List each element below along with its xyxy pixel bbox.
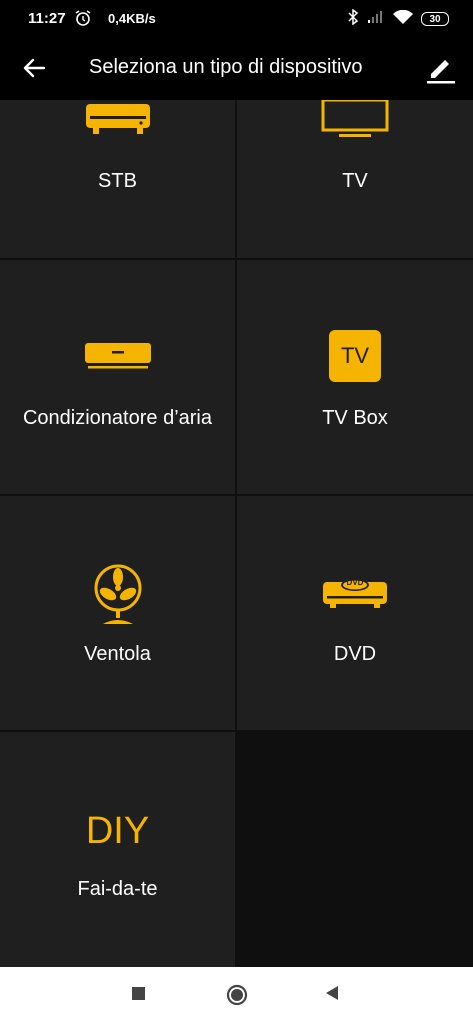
pencil-edit-icon[interactable] (425, 52, 457, 86)
device-cell-dvd[interactable]: DVD DVD (237, 496, 473, 730)
network-speed: 0,4KB/s (108, 11, 156, 26)
device-label: DVD (333, 643, 377, 665)
back-arrow-icon[interactable] (18, 52, 50, 84)
device-label: Condizionatore d’aria (22, 407, 212, 429)
signal-icon (367, 10, 385, 28)
bluetooth-icon (347, 8, 359, 29)
device-label: STB (98, 170, 137, 192)
device-label: Ventola (84, 643, 151, 665)
wifi-icon (393, 9, 413, 29)
device-cell-diy[interactable]: DIY Fai-da-te (0, 732, 235, 967)
status-bar: 11:27 0,4KB/s 30 (0, 0, 473, 36)
tv-box-icon: TV (329, 330, 381, 387)
tv-icon (321, 98, 389, 143)
dvd-badge-text: DVD (346, 578, 364, 587)
diy-icon: DIY (86, 810, 149, 853)
device-label: Fai-da-te (77, 878, 158, 900)
back-icon[interactable] (324, 985, 340, 1006)
device-label: TV (342, 170, 368, 192)
page-title: Seleziona un tipo di dispositivo (89, 56, 363, 78)
diy-badge-text: DIY (85, 810, 150, 852)
app-bar: Seleziona un tipo di dispositivo (0, 36, 473, 100)
recent-apps-icon[interactable] (131, 985, 147, 1006)
set-top-box-icon (85, 102, 151, 141)
home-icon[interactable] (226, 984, 248, 1011)
system-navigation-bar (0, 967, 473, 1024)
battery-icon: 30 (421, 12, 449, 26)
tv-badge-text: TV (340, 343, 370, 368)
fan-icon (93, 564, 143, 631)
device-cell-tv-box[interactable]: TV TV Box (237, 260, 473, 494)
device-label: TV Box (322, 407, 388, 429)
device-cell-tv[interactable]: TV (237, 98, 473, 258)
device-cell-stb[interactable]: STB (0, 100, 235, 258)
device-cell-air-conditioner[interactable]: Condizionatore d’aria (0, 260, 235, 494)
status-time: 11:27 (28, 10, 66, 27)
alarm-icon (74, 9, 92, 31)
dvd-player-icon: DVD (322, 576, 388, 615)
device-grid: STB TV Condizionatore d’aria TV TV Box V… (0, 98, 473, 967)
air-conditioner-icon (84, 342, 152, 377)
device-cell-fan[interactable]: Ventola (0, 496, 235, 730)
